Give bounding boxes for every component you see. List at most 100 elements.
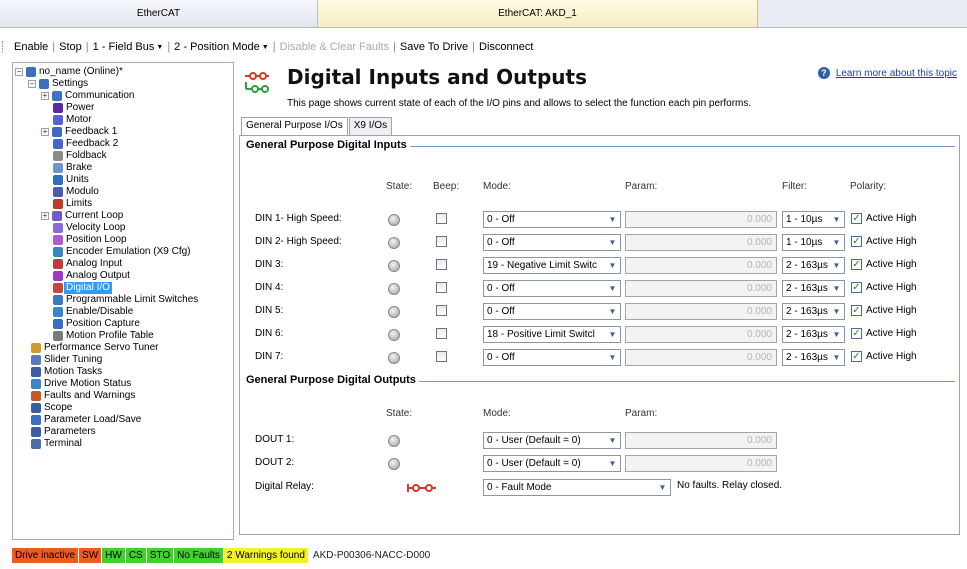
tree-item-feedback-1[interactable]: + Feedback 1 <box>41 126 117 138</box>
dout-mode-dropdown[interactable]: 0 - User (Default = 0) ▼ <box>483 455 621 472</box>
tree-item-motor[interactable]: Motor <box>53 114 92 126</box>
tree-item-modulo[interactable]: Modulo <box>53 186 99 198</box>
save-to-drive-button[interactable]: Save To Drive <box>397 41 471 53</box>
din-polarity-checkbox[interactable]: ✓ Active High <box>851 236 917 247</box>
din-beep-checkbox[interactable] <box>436 328 447 339</box>
din-param-field[interactable]: 0.000 <box>625 303 777 320</box>
collapse-icon[interactable]: − <box>28 80 36 88</box>
din-beep-checkbox[interactable] <box>436 305 447 316</box>
din-param-field[interactable]: 0.000 <box>625 234 777 251</box>
tree-item-velocity-loop[interactable]: Velocity Loop <box>53 222 126 234</box>
din-beep-checkbox[interactable] <box>436 351 447 362</box>
din-filter-dropdown[interactable]: 2 - 163µs ▼ <box>782 349 845 366</box>
expand-icon[interactable]: + <box>41 212 49 220</box>
disable-clear-faults-button[interactable]: Disable & Clear Faults <box>277 41 392 53</box>
tree-item-position-loop[interactable]: Position Loop <box>53 234 127 246</box>
din-mode-dropdown[interactable]: 0 - Off ▼ <box>483 280 621 297</box>
tree-item-current-loop[interactable]: + Current Loop <box>41 210 123 222</box>
dout-param-field[interactable]: 0.000 <box>625 455 777 472</box>
din-polarity-checkbox[interactable]: ✓ Active High <box>851 213 917 224</box>
din-polarity-checkbox[interactable]: ✓ Active High <box>851 259 917 270</box>
din-beep-checkbox[interactable] <box>436 259 447 270</box>
tree-item-encoder-emulation-x9-cfg[interactable]: Encoder Emulation (X9 Cfg) <box>53 246 191 258</box>
tree-item-slider-tuning[interactable]: Slider Tuning <box>31 354 102 366</box>
din-mode-dropdown[interactable]: 0 - Off ▼ <box>483 303 621 320</box>
dout-param-field[interactable]: 0.000 <box>625 432 777 449</box>
position-mode-dropdown[interactable]: 2 - Position Mode ▼ <box>171 41 272 53</box>
tree-item-faults-and-warnings[interactable]: Faults and Warnings <box>31 390 135 402</box>
relay-mode-dropdown[interactable]: 0 - Fault Mode ▼ <box>483 479 671 496</box>
units-icon <box>53 175 63 185</box>
din-param-field[interactable]: 0.000 <box>625 326 777 343</box>
tree-item-label: Position Capture <box>66 318 140 329</box>
din-polarity-checkbox[interactable]: ✓ Active High <box>851 328 917 339</box>
tree-item-analog-output[interactable]: Analog Output <box>53 270 130 282</box>
tree-item-foldback[interactable]: Foldback <box>53 150 107 162</box>
din-polarity-checkbox[interactable]: ✓ Active High <box>851 351 917 362</box>
tree-item-limits[interactable]: Limits <box>53 198 92 210</box>
tree-item-motion-tasks[interactable]: Motion Tasks <box>31 366 102 378</box>
dout-mode-dropdown[interactable]: 0 - User (Default = 0) ▼ <box>483 432 621 449</box>
tree-item-parameter-load-save[interactable]: Parameter Load/Save <box>31 414 141 426</box>
warnings-status-badge[interactable]: 2 Warnings found <box>223 548 308 563</box>
din-param-field[interactable]: 0.000 <box>625 257 777 274</box>
din-mode-dropdown[interactable]: 18 - Positive Limit Switcl ▼ <box>483 326 621 343</box>
faults-status-badge[interactable]: No Faults <box>174 548 223 563</box>
din-filter-dropdown[interactable]: 1 - 10µs ▼ <box>782 211 845 228</box>
tree-item-analog-input[interactable]: Analog Input <box>53 258 122 270</box>
tab-x9-ios[interactable]: X9 I/Os <box>348 117 393 135</box>
din-state-led <box>388 352 400 364</box>
tree-item-terminal[interactable]: Terminal <box>31 438 82 450</box>
din-filter-dropdown[interactable]: 2 - 163µs ▼ <box>782 303 845 320</box>
help-link[interactable]: ? Learn more about this topic <box>817 67 957 79</box>
tab-ethercat[interactable]: EtherCAT <box>0 0 318 27</box>
tree-item-brake[interactable]: Brake <box>53 162 92 174</box>
help-link-text[interactable]: Learn more about this topic <box>836 68 957 79</box>
din-beep-checkbox[interactable] <box>436 213 447 224</box>
field-bus-dropdown[interactable]: 1 - Field Bus ▼ <box>90 41 167 53</box>
tree-item-drive-motion-status[interactable]: Drive Motion Status <box>31 378 131 390</box>
din-filter-dropdown[interactable]: 2 - 163µs ▼ <box>782 257 845 274</box>
tab-ethercat-akd[interactable]: EtherCAT: AKD_1 <box>318 0 758 27</box>
din-filter-dropdown[interactable]: 2 - 163µs ▼ <box>782 280 845 297</box>
din-filter-dropdown[interactable]: 1 - 10µs ▼ <box>782 234 845 251</box>
expand-icon[interactable]: + <box>41 92 49 100</box>
tree-item-power[interactable]: Power <box>53 102 94 114</box>
tree-item-no-name-online[interactable]: − no_name (Online)* <box>15 66 123 78</box>
disconnect-button[interactable]: Disconnect <box>476 41 536 53</box>
din-polarity-checkbox[interactable]: ✓ Active High <box>851 282 917 293</box>
tree-item-position-capture[interactable]: Position Capture <box>53 318 140 330</box>
tree-item-communication[interactable]: + Communication <box>41 90 134 102</box>
din-beep-checkbox[interactable] <box>436 282 447 293</box>
din-mode-dropdown[interactable]: 0 - Off ▼ <box>483 349 621 366</box>
capture-icon <box>53 319 63 329</box>
din-mode-dropdown[interactable]: 0 - Off ▼ <box>483 234 621 251</box>
tree-item-settings[interactable]: − Settings <box>28 78 88 90</box>
din-filter-dropdown[interactable]: 2 - 163µs ▼ <box>782 326 845 343</box>
expand-icon[interactable]: + <box>41 128 49 136</box>
tree-item-motion-profile-table[interactable]: Motion Profile Table <box>53 330 154 342</box>
tree-item-scope[interactable]: Scope <box>31 402 72 414</box>
navigation-tree[interactable]: − no_name (Online)* − Settings + Communicatio… <box>12 62 234 540</box>
collapse-icon[interactable]: − <box>15 68 23 76</box>
tree-item-feedback-2[interactable]: Feedback 2 <box>53 138 118 150</box>
toolbar-grip[interactable] <box>2 41 8 53</box>
tree-item-performance-servo-tuner[interactable]: Performance Servo Tuner <box>31 342 159 354</box>
din-param-field[interactable]: 0.000 <box>625 211 777 228</box>
tab-general-purpose-ios[interactable]: General Purpose I/Os <box>241 117 348 136</box>
din-mode-dropdown[interactable]: 19 - Negative Limit Switc ▼ <box>483 257 621 274</box>
tree-item-programmable-limit-switches[interactable]: Programmable Limit Switches <box>53 294 198 306</box>
tree-item-parameters[interactable]: Parameters <box>31 426 96 438</box>
enable-button[interactable]: Enable <box>11 41 51 53</box>
inputs-header-beep: Beep: <box>433 181 460 192</box>
din-mode-dropdown[interactable]: 0 - Off ▼ <box>483 211 621 228</box>
tree-item-units[interactable]: Units <box>53 174 89 186</box>
dropdown-arrow-icon: ▼ <box>261 44 269 51</box>
tree-item-enable-disable[interactable]: Enable/Disable <box>53 306 133 318</box>
din-beep-checkbox[interactable] <box>436 236 447 247</box>
din-param-field[interactable]: 0.000 <box>625 349 777 366</box>
stop-button[interactable]: Stop <box>56 41 85 53</box>
din-param-field[interactable]: 0.000 <box>625 280 777 297</box>
tree-item-digital-i-o[interactable]: Digital I/O <box>53 282 112 294</box>
din-polarity-checkbox[interactable]: ✓ Active High <box>851 305 917 316</box>
